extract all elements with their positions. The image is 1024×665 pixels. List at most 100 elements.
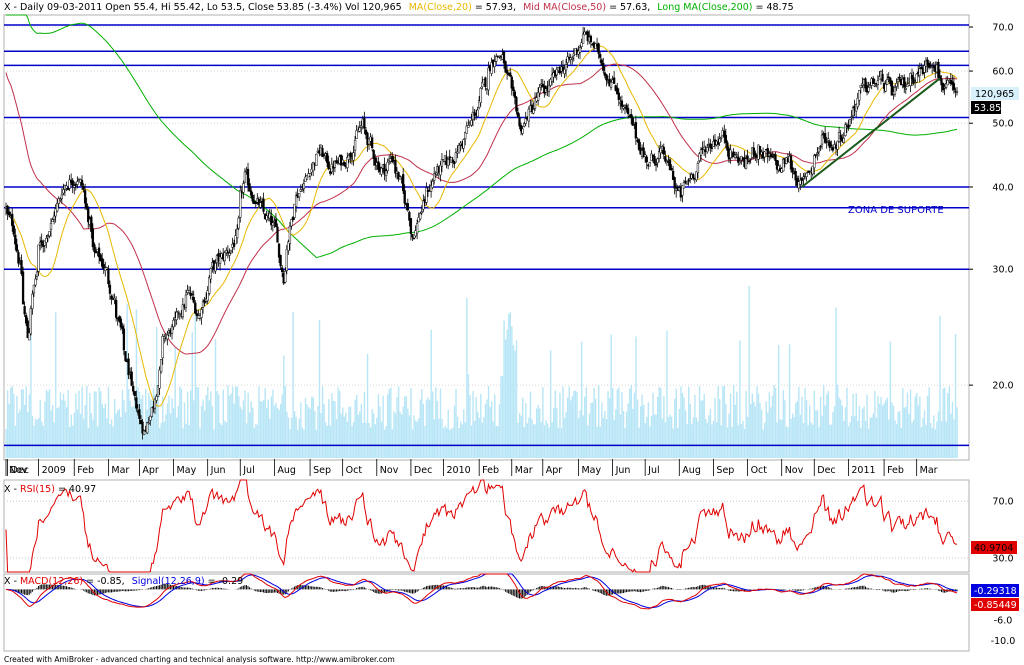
volume-bar bbox=[419, 399, 422, 458]
volume-bar bbox=[695, 417, 698, 458]
candle-body bbox=[581, 33, 585, 44]
candle-body bbox=[150, 407, 153, 417]
candle-body bbox=[709, 143, 712, 148]
volume-bar bbox=[33, 426, 35, 458]
candle-body bbox=[509, 72, 512, 77]
volume-bar bbox=[812, 424, 814, 458]
candle-body bbox=[571, 57, 574, 60]
date-tick-label: Feb bbox=[482, 465, 499, 476]
candle-body bbox=[108, 284, 112, 294]
volume-bar bbox=[774, 387, 777, 458]
candle-body bbox=[229, 249, 233, 253]
candle-body bbox=[789, 155, 793, 170]
volume-bar bbox=[802, 422, 805, 458]
date-tick-label: Feb bbox=[77, 465, 94, 476]
volume-bar bbox=[860, 427, 862, 458]
volume-bar bbox=[934, 429, 937, 458]
volume-bar bbox=[571, 396, 574, 458]
volume-bar bbox=[490, 401, 493, 458]
candle-body bbox=[774, 154, 777, 162]
volume-bar bbox=[435, 387, 437, 458]
volume-bar bbox=[734, 404, 736, 458]
volume-bar bbox=[266, 408, 268, 458]
volume-bar bbox=[402, 406, 404, 458]
candle-body bbox=[594, 43, 597, 49]
volume-bar bbox=[112, 426, 114, 458]
volume-bar bbox=[604, 410, 606, 458]
volume-bar bbox=[706, 423, 709, 458]
volume-bar bbox=[580, 341, 583, 458]
volume-bar bbox=[362, 422, 364, 458]
signal-legend-label: Signal(12,26,9) bbox=[132, 576, 205, 587]
macd-legend-value: = -0.85, bbox=[83, 576, 125, 587]
volume-bar bbox=[281, 394, 283, 458]
volume-bar bbox=[672, 428, 674, 458]
volume-bar bbox=[585, 387, 588, 458]
candle-body bbox=[223, 252, 226, 262]
volume-bar bbox=[826, 394, 828, 458]
candle-body bbox=[135, 397, 138, 409]
candle-body bbox=[670, 168, 673, 171]
volume-bar bbox=[928, 387, 930, 458]
volume-bar bbox=[171, 398, 173, 458]
volume-bar bbox=[936, 421, 938, 458]
candle-body bbox=[547, 84, 551, 92]
volume-bar bbox=[349, 406, 352, 458]
volume-bar bbox=[891, 402, 893, 458]
volume-bar bbox=[912, 419, 915, 458]
volume-bar bbox=[726, 427, 729, 458]
candle-body bbox=[51, 219, 54, 222]
volume-bar bbox=[813, 390, 816, 458]
volume-bar bbox=[158, 427, 161, 458]
volume-bar bbox=[835, 307, 837, 458]
candle-body bbox=[689, 178, 692, 181]
candle-body bbox=[802, 176, 805, 179]
candle-body bbox=[370, 137, 374, 148]
candle-body bbox=[243, 171, 247, 183]
volume-bar bbox=[113, 399, 116, 458]
candle-body bbox=[814, 154, 817, 156]
volume-bar bbox=[815, 410, 817, 458]
volume-bar bbox=[87, 428, 90, 458]
volume-bar bbox=[638, 427, 640, 458]
candle-body bbox=[31, 293, 34, 309]
candle-body bbox=[434, 174, 437, 176]
volume-bar bbox=[630, 385, 633, 458]
candle-body bbox=[844, 124, 847, 137]
volume-bar bbox=[877, 395, 879, 458]
chart-header: X - Daily 09-03-2011 Open 55.4, Hi 55.42… bbox=[4, 2, 794, 13]
volume-bar bbox=[748, 286, 750, 458]
candle-body bbox=[654, 163, 658, 166]
volume-bar bbox=[359, 411, 361, 458]
volume-bar bbox=[737, 425, 740, 458]
volume-bar bbox=[937, 411, 940, 458]
volume-bar bbox=[304, 397, 307, 458]
volume-bar bbox=[559, 392, 561, 458]
volume-bar bbox=[276, 407, 279, 458]
volume-bar bbox=[480, 393, 482, 458]
volume-bar bbox=[615, 409, 617, 458]
volume-bar bbox=[61, 400, 63, 458]
volume-bar bbox=[188, 425, 190, 458]
candle-body bbox=[692, 174, 695, 179]
volume-bar bbox=[601, 402, 603, 458]
candle-body bbox=[80, 179, 84, 186]
candle-body bbox=[724, 135, 727, 143]
volume-bar bbox=[79, 413, 82, 458]
volume-bar bbox=[256, 424, 259, 458]
candle-body bbox=[52, 215, 56, 220]
volume-bar bbox=[689, 403, 691, 458]
volume-bar bbox=[666, 330, 668, 458]
volume-bar bbox=[449, 429, 451, 458]
volume-bar bbox=[810, 422, 812, 458]
volume-bar bbox=[832, 412, 834, 458]
volume-bar bbox=[720, 425, 722, 458]
volume-bar bbox=[701, 400, 704, 458]
volume-bar bbox=[414, 420, 417, 458]
volume-bar bbox=[861, 408, 864, 458]
volume-bar bbox=[678, 408, 681, 458]
volume-bar bbox=[892, 406, 895, 458]
volume-bar bbox=[430, 329, 432, 458]
footer-credit: Created with AmiBroker - advanced charti… bbox=[4, 655, 395, 664]
volume-bar bbox=[317, 405, 319, 458]
